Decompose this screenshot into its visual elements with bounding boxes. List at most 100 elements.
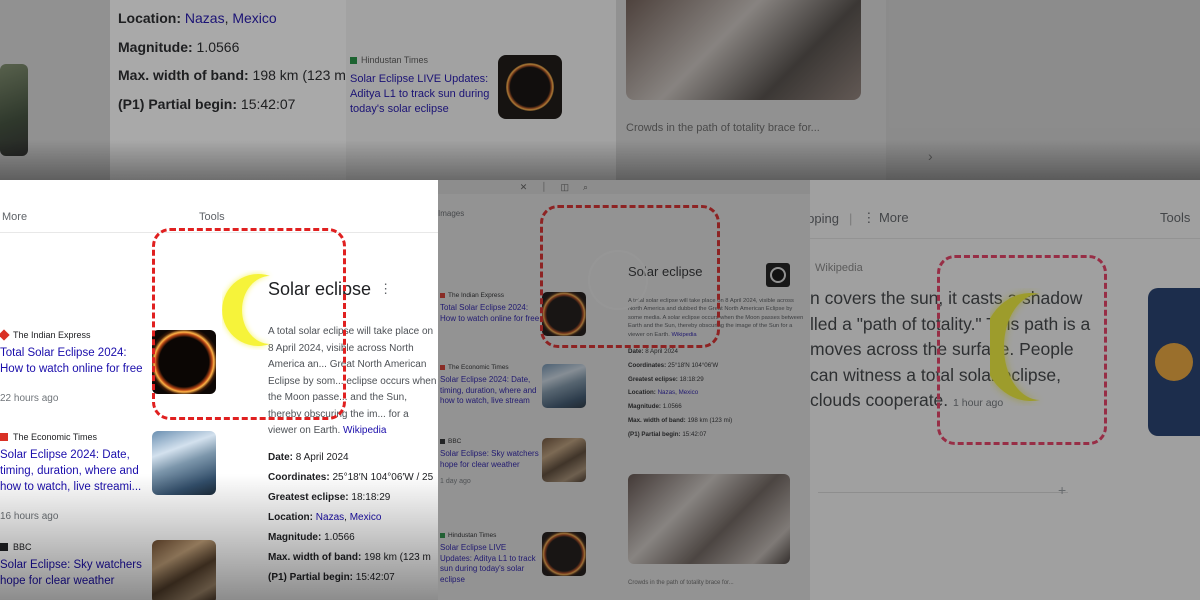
fact-band-width: Max. width of band: 198 km (123 m: [268, 548, 438, 568]
fact-label: Max. width of band:: [118, 67, 249, 83]
fact-value: 1.0566: [324, 531, 355, 543]
aerial-thumbnail[interactable]: [542, 364, 586, 408]
source-logo-icon: [0, 543, 8, 551]
side-card[interactable]: [1148, 288, 1200, 436]
fact-value: 198 km (123 mi): [687, 417, 733, 425]
news-source-name: BBC: [13, 542, 32, 552]
mexico-link[interactable]: Mexico: [232, 10, 276, 26]
top-search-strip: Location: Nazas, Mexico Magnitude: 1.056…: [0, 0, 1200, 180]
more-tab[interactable]: ⋮ More: [862, 210, 908, 226]
eclipse-thumbnail[interactable]: [542, 532, 586, 576]
photo-caption[interactable]: Crowds in the path of totality brace for…: [628, 580, 734, 586]
news-age: 1 day ago: [440, 478, 471, 485]
fact-magnitude: Magnitude: 1.0566: [268, 528, 438, 548]
news-headline-link[interactable]: Solar Eclipse 2024: Date, timing, durati…: [440, 375, 540, 407]
news-item[interactable]: The Indian Express Total Solar Eclipse 2…: [0, 329, 150, 404]
highlight-box: [540, 205, 720, 348]
news-item[interactable]: BBC Solar Eclipse: Sky watchers hope for…: [0, 542, 150, 589]
source-logo-icon: [0, 329, 10, 341]
mexico-link[interactable]: Mexico: [350, 512, 382, 523]
middle-search-panel: ✕ ⏐ ◫ ⌕ Images The Indian Express Total …: [438, 180, 810, 600]
eclipse-ring-icon: [770, 267, 786, 283]
news-headline-link[interactable]: Solar Eclipse: Sky watchers hope for cle…: [440, 449, 540, 470]
photo-caption[interactable]: Crowds in the path of totality brace for…: [626, 122, 820, 134]
nazas-link[interactable]: Nazas: [185, 10, 225, 26]
source-label: Wikipedia: [815, 262, 863, 274]
news-headline-link[interactable]: Solar Eclipse LIVE Updates: Aditya L1 to…: [350, 72, 490, 117]
source-logo-icon: [0, 433, 8, 441]
news-headline-link[interactable]: Total Solar Eclipse 2024: How to watch o…: [0, 345, 150, 377]
mexico-link[interactable]: Mexico: [679, 389, 699, 396]
news-item[interactable]: BBC Solar Eclipse: Sky watchers hope for…: [440, 438, 540, 485]
news-item[interactable]: The Indian Express Total Solar Eclipse 2…: [440, 292, 540, 324]
tools-button[interactable]: Tools: [199, 211, 225, 223]
fact-label: Location:: [268, 511, 313, 523]
fact-label: Greatest eclipse:: [268, 491, 349, 503]
fact-label: Magnitude:: [118, 38, 193, 55]
news-source: The Indian Express: [440, 292, 540, 299]
news-age: 22 hours ago: [0, 393, 59, 404]
fact-label: Coordinates:: [628, 361, 667, 369]
news-source: The Economic Times: [440, 364, 540, 371]
news-headline-link[interactable]: Total Solar Eclipse 2024: How to watch o…: [440, 303, 540, 324]
aerial-thumbnail[interactable]: [152, 431, 216, 495]
fact-partial-begin: (P1) Partial begin: 15:42:07: [628, 428, 804, 442]
news-source: The Economic Times: [0, 432, 150, 442]
news-source: The Indian Express: [0, 329, 150, 341]
fact-location: Location: Nazas, Mexico: [628, 389, 699, 397]
shadow-fade: [0, 140, 1200, 180]
fact-value: 18:18:29: [351, 491, 391, 503]
news-age: 16 hours ago: [0, 511, 59, 522]
fact-label: Location:: [628, 389, 656, 397]
plus-icon[interactable]: +: [1058, 482, 1066, 498]
news-source: BBC: [440, 438, 540, 445]
left-search-panel: More Tools The Indian Express Total Sola…: [0, 180, 438, 600]
fact-coordinates: Coordinates: 25°18′N 104°06′W / 25: [268, 468, 438, 488]
news-item[interactable]: The Economic Times Solar Eclipse 2024: D…: [0, 432, 150, 522]
news-source: Hindustan Times: [440, 532, 540, 539]
eclipse-logo-icon[interactable]: [766, 263, 790, 287]
news-source-name: The Economic Times: [13, 432, 98, 442]
crowd-photo[interactable]: [626, 0, 861, 100]
crowd-photo[interactable]: [628, 474, 790, 564]
mic-icon[interactable]: ⏐: [541, 182, 546, 193]
fact-greatest-eclipse: Greatest eclipse: 18:18:29: [268, 488, 438, 508]
camera-icon[interactable]: ◫: [560, 182, 569, 193]
fact-band-width: Max. width of band: 198 km (123 mi): [628, 414, 804, 428]
fact-value: 1.0566: [662, 403, 682, 411]
fact-magnitude: Magnitude: 1.0566: [118, 33, 350, 62]
source-logo-icon: [440, 439, 445, 444]
news-headline-link[interactable]: Solar Eclipse 2024: Date, timing, durati…: [0, 447, 150, 495]
source-logo-icon: [440, 533, 445, 538]
search-icon[interactable]: ⌕: [583, 182, 588, 193]
divider: [818, 492, 1068, 493]
fact-magnitude: Magnitude: 1.0566: [628, 400, 804, 414]
close-icon[interactable]: ✕: [520, 182, 528, 193]
news-headline-link[interactable]: Solar Eclipse LIVE Updates: Aditya L1 to…: [440, 543, 540, 585]
news-item[interactable]: Hindustan Times Solar Eclipse LIVE Updat…: [440, 532, 540, 585]
nazas-link[interactable]: Nazas: [316, 512, 344, 523]
news-headline-link[interactable]: Solar Eclipse: Sky watchers hope for cle…: [0, 557, 150, 589]
source-logo-icon: [440, 365, 445, 370]
news-item[interactable]: The Economic Times Solar Eclipse 2024: D…: [440, 364, 540, 407]
nazas-link[interactable]: Nazas: [658, 389, 676, 396]
fact-label: Max. width of band:: [268, 551, 362, 563]
crowd-thumbnail[interactable]: [152, 540, 216, 600]
search-tabs: Shopping | ⋮ More: [810, 210, 909, 226]
eclipse-thumbnail[interactable]: [498, 55, 562, 119]
tools-button[interactable]: Tools: [1160, 210, 1190, 225]
wikipedia-link[interactable]: Wikipedia: [343, 425, 386, 436]
fact-partial-begin: (P1) Partial begin: 15:42:07: [268, 568, 438, 588]
fact-value: 15:42:07: [682, 430, 707, 438]
tab-shopping[interactable]: Shopping: [810, 211, 839, 226]
fact-value: 8 April 2024: [645, 348, 678, 356]
images-tab[interactable]: Images: [438, 209, 464, 218]
news-source-name: Hindustan Times: [361, 55, 429, 65]
vertical-dots-icon[interactable]: ⋮: [379, 281, 392, 297]
fact-coordinates: Coordinates: 25°18′N 104°06′W: [628, 359, 804, 373]
fact-label: Coordinates:: [268, 471, 330, 483]
more-label: More: [878, 210, 909, 225]
crowd-thumbnail[interactable]: [542, 438, 586, 482]
more-tab[interactable]: More: [2, 211, 27, 223]
source-logo-icon: [440, 293, 445, 298]
